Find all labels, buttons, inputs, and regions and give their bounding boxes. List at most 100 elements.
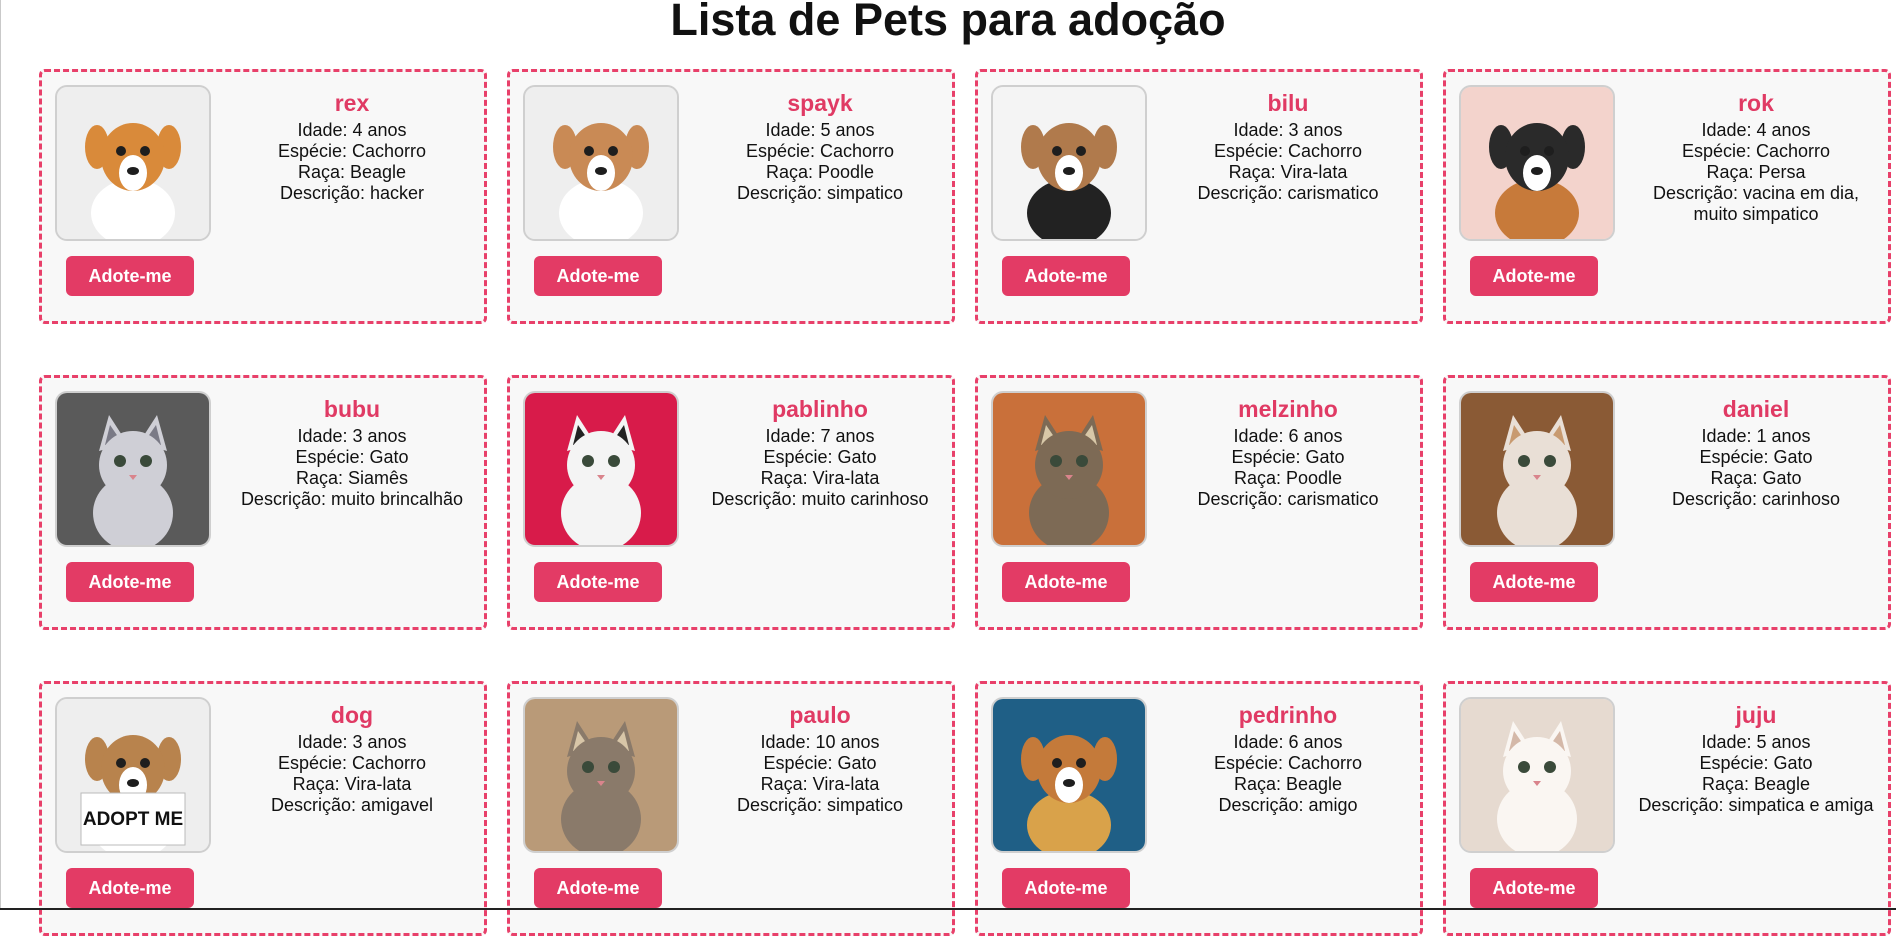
pet-species-label: Espécie: — [745, 141, 820, 161]
pet-card: bilu Idade: 3 anos Espécie: Cachorro Raça: … — [975, 69, 1423, 324]
pet-age: Idade: 5 anos — [695, 120, 945, 141]
pet-description-value: simpatico — [827, 795, 904, 815]
pet-name: juju — [1735, 702, 1777, 728]
pet-description-label: Descrição: — [279, 183, 370, 203]
adopt-button[interactable]: Adote-me — [66, 256, 194, 296]
pet-description: Descrição: vacina em dia, muito simpatic… — [1631, 183, 1881, 225]
pet-info: spayk Idade: 5 anos Espécie: Cachorro Raça:… — [695, 90, 945, 204]
pet-name: pedrinho — [1238, 702, 1338, 728]
pet-age: Idade: 3 anos — [1163, 120, 1413, 141]
pet-breed: Raça: Vira-lata — [695, 468, 945, 489]
adopt-button[interactable]: Adote-me — [66, 868, 194, 908]
pet-illustration — [57, 87, 209, 239]
pet-species-label: Espécie: — [295, 447, 370, 467]
pet-species-value: Cachorro — [352, 753, 427, 773]
pet-info: rok Idade: 4 anos Espécie: Cachorro Raça: P… — [1631, 90, 1881, 225]
pet-info: melzinho Idade: 6 anos Espécie: Gato Raça: … — [1163, 396, 1413, 510]
pet-info: paulo Idade: 10 anos Espécie: Gato Raça: Vi… — [695, 702, 945, 816]
pet-breed-value: Vira-lata — [812, 774, 880, 794]
pet-description-value: simpatico — [827, 183, 904, 203]
pet-description: Descrição: hacker — [227, 183, 477, 204]
pet-species-value: Cachorro — [820, 141, 895, 161]
pet-age-label: Idade: — [297, 426, 353, 446]
pet-species-value: Cachorro — [1756, 141, 1831, 161]
adopt-button[interactable]: Adote-me — [1002, 256, 1130, 296]
pet-age: Idade: 6 anos — [1163, 426, 1413, 447]
pet-age-value: 4 anos — [352, 120, 407, 140]
adopt-button[interactable]: Adote-me — [1470, 562, 1598, 602]
adopt-button[interactable]: Adote-me — [1470, 256, 1598, 296]
adopt-button[interactable]: Adote-me — [534, 868, 662, 908]
pet-info: bilu Idade: 3 anos Espécie: Cachorro Raça: … — [1163, 90, 1413, 204]
pet-age-value: 5 anos — [1756, 732, 1811, 752]
pet-illustration — [1461, 699, 1613, 851]
adopt-button[interactable]: Adote-me — [66, 562, 194, 602]
pet-breed: Raça: Beagle — [227, 162, 477, 183]
pet-card: rex Idade: 4 anos Espécie: Cachorro Raça: B… — [39, 69, 487, 324]
pet-age-label: Idade: — [1701, 732, 1757, 752]
pet-breed: Raça: Vira-lata — [695, 774, 945, 795]
pet-species-label: Espécie: — [1213, 141, 1288, 161]
pet-illustration — [525, 393, 677, 545]
pet-name: melzinho — [1238, 396, 1338, 422]
pet-description-label: Descrição: — [1197, 183, 1288, 203]
pet-species: Espécie: Cachorro — [1631, 141, 1881, 162]
pet-species-value: Gato — [369, 447, 409, 467]
pet-info: pedrinho Idade: 6 anos Espécie: Cachorro Ra… — [1163, 702, 1413, 816]
pet-description-value: hacker — [370, 183, 425, 203]
pet-age-label: Idade: — [297, 120, 353, 140]
pet-description: Descrição: muito carinhoso — [695, 489, 945, 510]
pet-age-label: Idade: — [297, 732, 353, 752]
pet-breed-label: Raça: — [760, 468, 813, 488]
pet-species-value: Gato — [1773, 447, 1813, 467]
pet-card: bubu Idade: 3 anos Espécie: Gato Raça: Siam… — [39, 375, 487, 630]
pet-species: Espécie: Cachorro — [227, 753, 477, 774]
pet-age-label: Idade: — [760, 732, 816, 752]
pet-name: daniel — [1722, 396, 1790, 422]
pet-species: Espécie: Gato — [1631, 447, 1881, 468]
pet-info: dog Idade: 3 anos Espécie: Cachorro Raça: V… — [227, 702, 477, 816]
pet-illustration — [1461, 393, 1613, 545]
pet-species-label: Espécie: — [1681, 141, 1756, 161]
pet-card: pablinho Idade: 7 anos Espécie: Gato Raça: … — [507, 375, 955, 630]
pet-species: Espécie: Cachorro — [227, 141, 477, 162]
page-title: Lista de Pets para adoção — [670, 0, 1226, 45]
pet-illustration — [993, 87, 1145, 239]
pet-age: Idade: 3 anos — [227, 426, 477, 447]
adopt-button[interactable]: Adote-me — [1002, 562, 1130, 602]
pet-species-value: Gato — [837, 447, 877, 467]
adopt-button[interactable]: Adote-me — [1470, 868, 1598, 908]
pet-card: juju Idade: 5 anos Espécie: Gato Raça: Beag… — [1443, 681, 1891, 936]
pet-species: Espécie: Gato — [227, 447, 477, 468]
pet-photo — [523, 391, 679, 547]
pet-card: daniel Idade: 1 anos Espécie: Gato Raça: Ga… — [1443, 375, 1891, 630]
pet-breed-value: Poodle — [817, 162, 875, 182]
pet-age: Idade: 6 anos — [1163, 732, 1413, 753]
pet-species-value: Gato — [1305, 447, 1345, 467]
pet-description-value: amigavel — [360, 795, 434, 815]
pet-age-value: 4 anos — [1756, 120, 1811, 140]
adopt-button[interactable]: Adote-me — [1002, 868, 1130, 908]
pet-breed-label: Raça: — [1233, 774, 1286, 794]
pet-description: Descrição: carinhoso — [1631, 489, 1881, 510]
pet-breed-label: Raça: — [295, 468, 348, 488]
pet-info: juju Idade: 5 anos Espécie: Gato Raça: Beag… — [1631, 702, 1881, 816]
pet-photo: ADOPT ME — [55, 697, 211, 853]
pet-breed: Raça: Beagle — [1631, 774, 1881, 795]
pet-species: Espécie: Cachorro — [1163, 141, 1413, 162]
pet-info: bubu Idade: 3 anos Espécie: Gato Raça: Siam… — [227, 396, 477, 510]
pet-breed-value: Beagle — [349, 162, 407, 182]
pet-age-value: 10 anos — [815, 732, 880, 752]
adopt-button[interactable]: Adote-me — [534, 256, 662, 296]
pet-species: Espécie: Gato — [1631, 753, 1881, 774]
pet-breed-value: Beagle — [1753, 774, 1811, 794]
pet-breed-value: Beagle — [1285, 774, 1343, 794]
pet-description-label: Descrição: — [1652, 183, 1743, 203]
pet-age: Idade: 5 anos — [1631, 732, 1881, 753]
pet-name: rok — [1738, 90, 1774, 116]
adopt-button[interactable]: Adote-me — [534, 562, 662, 602]
pet-description: Descrição: simpatica e amiga — [1631, 795, 1881, 816]
pet-species: Espécie: Gato — [695, 447, 945, 468]
pet-illustration: ADOPT ME — [57, 699, 209, 851]
pet-photo — [991, 697, 1147, 853]
